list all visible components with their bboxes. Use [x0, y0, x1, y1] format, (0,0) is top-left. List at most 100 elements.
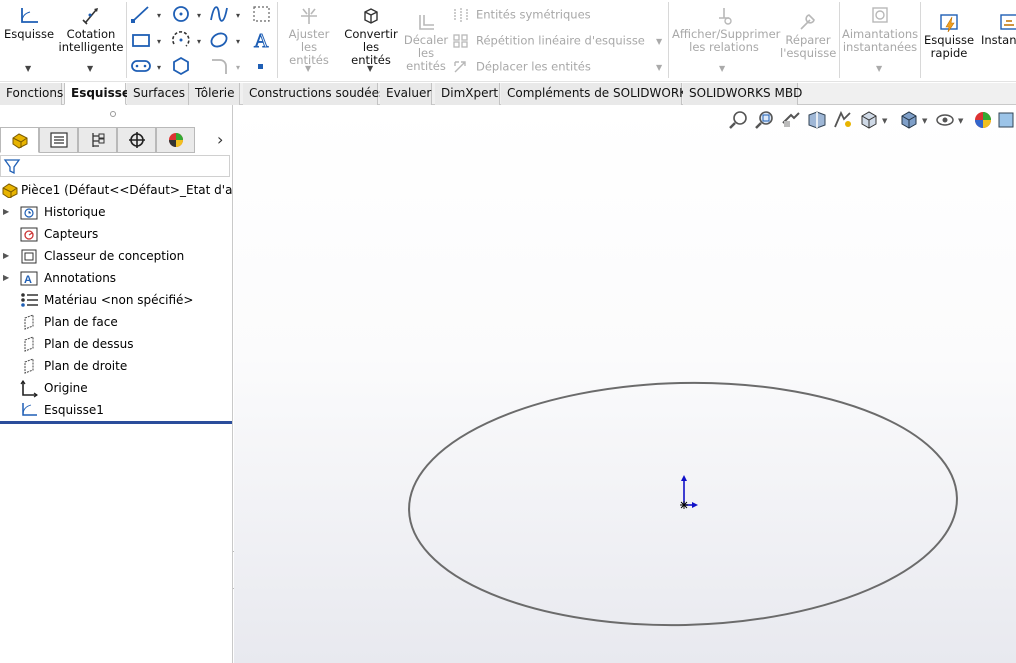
annotations-icon: A: [20, 271, 38, 286]
spline-icon[interactable]: [208, 4, 230, 24]
material-icon: [21, 293, 38, 307]
tree-item-plan-de-face[interactable]: Plan de face: [0, 311, 232, 333]
convert-entities-icon: [364, 8, 378, 24]
tree-item-esquisse1[interactable]: Esquisse1: [0, 399, 232, 421]
slot-dropdown-arrow[interactable]: ▾: [157, 63, 161, 72]
circle-dropdown-arrow[interactable]: ▾: [197, 11, 201, 20]
smart-dimension-button[interactable]: Cotation intelligente: [58, 6, 124, 54]
property-manager-tab[interactable]: [39, 127, 78, 153]
mirror-entities-button[interactable]: Entités symétriques: [452, 7, 591, 23]
sketch-icon: [21, 8, 38, 23]
part-icon: [2, 183, 18, 198]
rapid-sketch-button[interactable]: Esquisse rapide: [924, 12, 974, 60]
linear-pattern-icon: [453, 34, 468, 48]
tab-solidworks-mbd[interactable]: SOLIDWORKS MBD: [683, 83, 802, 105]
tree-item-annotations[interactable]: ▶ A Annotations: [0, 267, 232, 289]
expand-arrow-icon[interactable]: ▶: [3, 245, 9, 267]
plane-icon: [24, 358, 34, 374]
history-folder-icon: [20, 206, 38, 220]
ribbon-separator: [839, 2, 840, 78]
line-icon[interactable]: [130, 4, 152, 24]
display-delete-relations-button[interactable]: Afficher/Supprimer les relations: [672, 6, 780, 54]
tree-item-capteurs[interactable]: Capteurs: [0, 223, 232, 245]
sketch-canvas[interactable]: [234, 105, 1016, 663]
rollback-bar[interactable]: [0, 421, 232, 424]
tree-item-origine[interactable]: Origine: [0, 377, 232, 399]
tab-surfaces[interactable]: Surfaces: [127, 83, 189, 105]
offset-entities-icon: [419, 15, 434, 30]
configuration-manager-tab[interactable]: [78, 127, 117, 153]
linear-sketch-pattern-button[interactable]: Répétition linéaire d'esquisse: [452, 33, 645, 49]
rapid-sketch-icon: [940, 14, 958, 32]
repair-sketch-button[interactable]: Réparer l'esquisse: [780, 12, 836, 60]
expand-arrow-icon[interactable]: ▶: [3, 201, 9, 223]
line-dropdown-arrow[interactable]: ▾: [157, 11, 161, 20]
panel-grip-handle[interactable]: [110, 111, 116, 117]
smart-dimension-icon: [82, 8, 98, 25]
tree-item-historique[interactable]: ▶ Historique: [0, 201, 232, 223]
quick-snaps-button[interactable]: Aimantations instantanées: [842, 6, 918, 54]
graphics-area[interactable]: ▼ ▼ ▼: [234, 105, 1016, 663]
linear-pattern-dropdown-arrow[interactable]: ▼: [656, 37, 662, 46]
trim-entities-button[interactable]: Ajuster les entités: [280, 6, 338, 67]
fillet-icon[interactable]: [208, 56, 230, 76]
polygon-icon[interactable]: [170, 56, 192, 76]
tab-evaluer[interactable]: Evaluer: [380, 83, 432, 105]
move-entities-button[interactable]: Déplacer les entités: [452, 59, 591, 75]
tree-item-plan-de-droite[interactable]: Plan de droite: [0, 355, 232, 377]
expand-arrow-icon[interactable]: ▶: [3, 267, 9, 289]
display-manager-icon: [169, 133, 183, 147]
more-tabs-chevron-icon[interactable]: ›: [217, 130, 223, 149]
text-icon[interactable]: A: [251, 29, 273, 52]
quick-snaps-dropdown-arrow[interactable]: ▼: [876, 64, 882, 73]
offset-entities-button[interactable]: Décaler les entités: [402, 12, 450, 73]
sketch-dropdown-arrow[interactable]: ▼: [25, 64, 31, 73]
dimxpert-manager-tab[interactable]: [117, 127, 156, 153]
circle-icon[interactable]: [170, 4, 192, 24]
trim-dropdown-arrow[interactable]: ▼: [305, 64, 311, 73]
arc-icon[interactable]: [170, 30, 192, 50]
trim-icon: [301, 8, 317, 24]
sketch-fillet-grid-icon[interactable]: [251, 4, 273, 24]
tab-complements-solidworks[interactable]: Compléments de SOLIDWORKS: [501, 83, 695, 105]
spline-dropdown-arrow[interactable]: ▾: [236, 11, 240, 20]
feature-manager-icon: [12, 133, 28, 149]
rectangle-dropdown-arrow[interactable]: ▾: [157, 37, 161, 46]
move-entities-dropdown-arrow[interactable]: ▼: [656, 63, 662, 72]
tree-item-materiau[interactable]: Matériau <non spécifié>: [0, 289, 232, 311]
tab-dimxpert[interactable]: DimXpert: [435, 83, 500, 105]
design-binder-icon: [21, 249, 37, 264]
tab-constructions-soudees[interactable]: Constructions soudées: [243, 83, 385, 105]
tab-fonctions[interactable]: Fonctions: [0, 83, 63, 105]
tree-filter-bar[interactable]: [0, 155, 230, 177]
plane-icon: [24, 336, 34, 352]
tab-esquisse[interactable]: Esquisse: [64, 83, 130, 105]
relations-dropdown-arrow[interactable]: ▼: [719, 64, 725, 73]
tree-item-plan-de-dessus[interactable]: Plan de dessus: [0, 333, 232, 355]
smart-dimension-dropdown-arrow[interactable]: ▼: [87, 64, 93, 73]
rectangle-icon[interactable]: [130, 30, 152, 50]
tree-root-part[interactable]: Pièce1 (Défaut<<Défaut>_Etat d'affichage…: [0, 179, 232, 201]
ellipse-dropdown-arrow[interactable]: ▾: [236, 37, 240, 46]
command-manager-tabs: Fonctions Esquisse Surfaces Tôlerie Cons…: [0, 83, 1016, 105]
instant2d-button[interactable]: Instant: [978, 12, 1016, 47]
point-icon[interactable]: [251, 56, 273, 76]
ellipse-icon[interactable]: [208, 30, 230, 50]
move-entities-icon: [454, 61, 466, 73]
tree-item-classeur[interactable]: ▶ Classeur de conception: [0, 245, 232, 267]
sketch-button[interactable]: Esquisse: [4, 6, 54, 41]
convert-entities-button[interactable]: Convertir les entités: [342, 6, 400, 67]
sketch-origin-marker[interactable]: [680, 475, 698, 509]
dimxpert-icon: [129, 132, 145, 148]
feature-manager-tab[interactable]: [0, 127, 39, 153]
arc-dropdown-arrow[interactable]: ▾: [197, 37, 201, 46]
fillet-dropdown-arrow[interactable]: ▾: [236, 63, 240, 72]
display-manager-tab[interactable]: [156, 127, 195, 153]
slot-icon[interactable]: [130, 56, 152, 76]
sketch-icon: [22, 403, 37, 416]
filter-icon: [3, 159, 21, 175]
convert-entities-dropdown-arrow[interactable]: ▼: [367, 64, 373, 73]
quick-snaps-icon: [872, 7, 888, 23]
tab-tolerie[interactable]: Tôlerie: [189, 83, 240, 105]
command-manager-ribbon: Esquisse ▼ Cotation intelligente ▼ ▾ ▾ ▾…: [0, 0, 1016, 82]
